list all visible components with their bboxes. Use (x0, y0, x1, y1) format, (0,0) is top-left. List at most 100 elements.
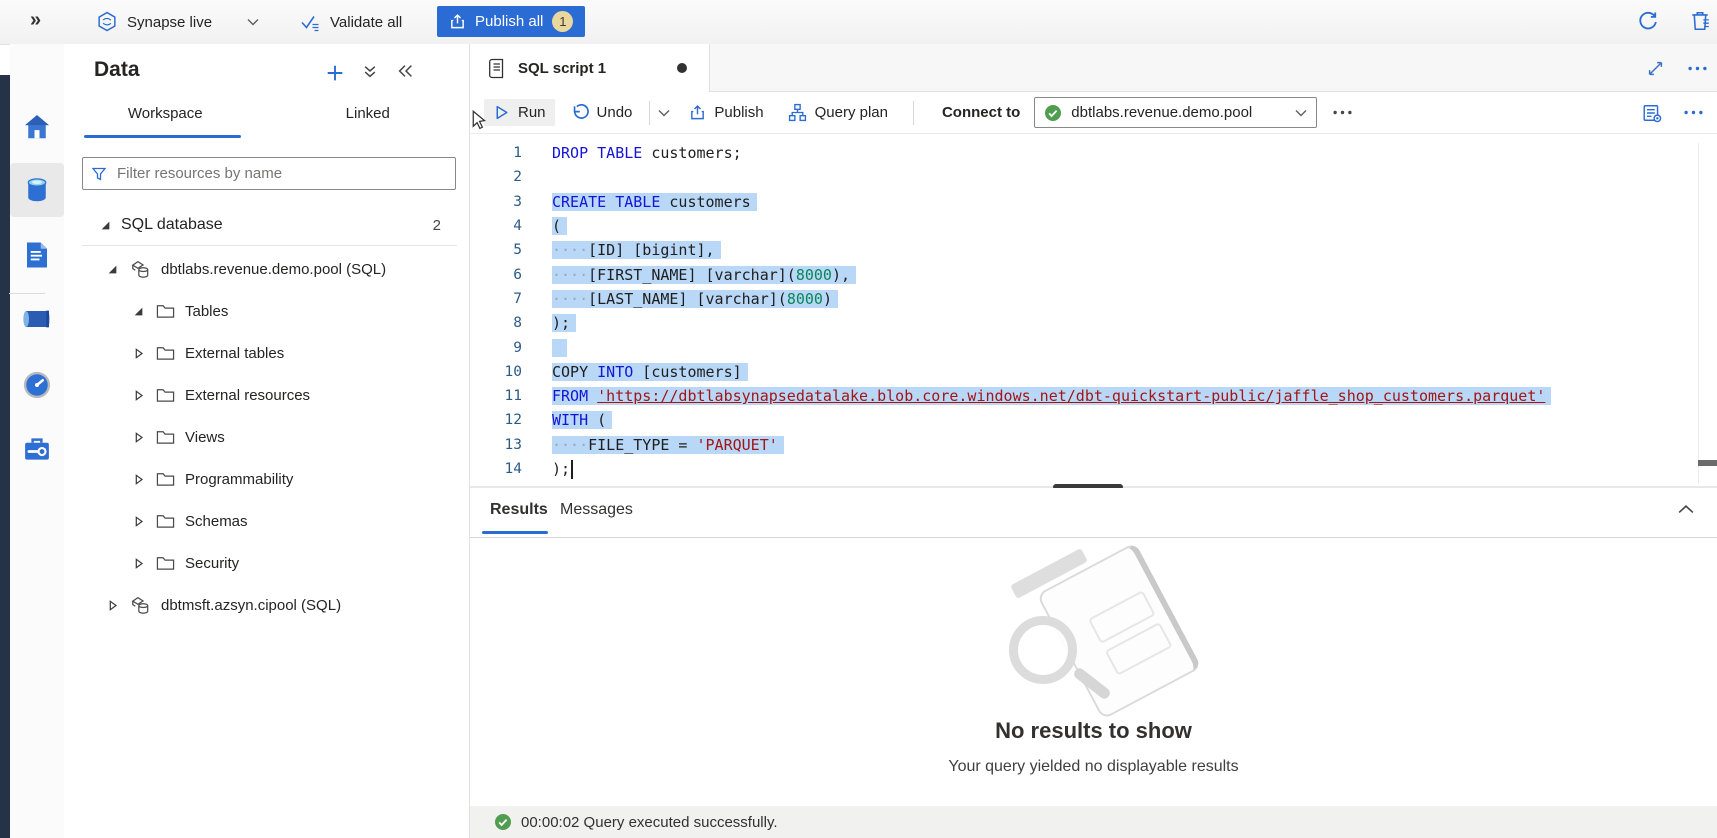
code-line-3[interactable]: 3CREATE TABLE customers (470, 190, 1717, 214)
activity-item-manage[interactable] (10, 422, 64, 476)
code-line-11[interactable]: 11FROM 'https://dbtlabsynapsedatalake.bl… (470, 384, 1717, 408)
expand-editor-icon[interactable] (1648, 61, 1663, 76)
tab-results[interactable]: Results (490, 501, 548, 519)
collapse-panel-icon[interactable] (398, 64, 413, 78)
code-line-6[interactable]: 6····[FIRST_NAME] [varchar](8000), (470, 262, 1717, 286)
activity-item-home[interactable] (10, 100, 64, 154)
code-line-12[interactable]: 12WITH ( (470, 408, 1717, 432)
connect-to-label: Connect to (942, 104, 1020, 121)
line-number[interactable]: 12 (470, 412, 522, 428)
mode-selector-synapse-live[interactable]: Synapse live (96, 0, 259, 44)
double-chevron-down-icon[interactable] (362, 64, 378, 79)
tree-item-security[interactable]: Security (64, 542, 469, 584)
tree-item-schemas[interactable]: Schemas (64, 500, 469, 542)
line-number[interactable]: 13 (470, 437, 522, 453)
tree-item-external-resources[interactable]: External resources (64, 374, 469, 416)
caret-collapsed-icon[interactable] (132, 516, 144, 527)
caret-expanded-icon[interactable] (132, 306, 144, 317)
undo-label: Undo (597, 104, 633, 121)
connected-check-icon (1044, 104, 1062, 122)
chevron-down-icon (1295, 109, 1307, 117)
caret-expanded-icon[interactable] (106, 264, 118, 275)
publish-button[interactable]: Publish (680, 99, 772, 126)
line-number[interactable]: 2 (470, 169, 522, 185)
home-icon (22, 112, 52, 142)
run-button[interactable]: Run (484, 99, 555, 126)
sql-code-editor[interactable]: 1DROP TABLE customers; 2 3CREATE TABLE cus… (470, 141, 1717, 481)
publish-all-button[interactable]: Publish all 1 (437, 6, 585, 37)
tree-item-external-tables[interactable]: External tables (64, 332, 469, 374)
publish-icon (449, 13, 466, 30)
code-line-5[interactable]: 5····[ID] [bigint], (470, 238, 1717, 262)
code-line-4[interactable]: 4( (470, 214, 1717, 238)
caret-expanded-icon[interactable] (100, 220, 111, 231)
line-number[interactable]: 5 (470, 242, 522, 258)
validate-all-button[interactable]: Validate all (300, 0, 402, 44)
publish-count-badge: 1 (552, 11, 573, 32)
tree-item-views[interactable]: Views (64, 416, 469, 458)
add-icon[interactable] (326, 64, 344, 82)
chevron-up-icon[interactable] (1678, 504, 1694, 514)
active-tab-underline (482, 531, 548, 534)
folder-icon (156, 513, 175, 529)
validate-icon (300, 13, 321, 32)
left-dark-strip (0, 75, 10, 838)
tree-item-programmability[interactable]: Programmability (64, 458, 469, 500)
caret-collapsed-icon[interactable] (132, 432, 144, 443)
line-number[interactable]: 8 (470, 315, 522, 331)
caret-collapsed-icon[interactable] (132, 558, 144, 569)
horizontal-scrollbar-thumb[interactable] (1698, 460, 1717, 466)
code-line-2[interactable]: 2 (470, 165, 1717, 189)
undo-button[interactable]: Undo (561, 98, 642, 127)
tab-more-icon[interactable] (1688, 66, 1707, 71)
section-divider (82, 245, 457, 246)
session-properties-icon[interactable] (1642, 103, 1662, 123)
tab-linked[interactable]: Linked (267, 99, 470, 135)
caret-collapsed-icon[interactable] (132, 348, 144, 359)
code-line-7[interactable]: 7····[LAST_NAME] [varchar](8000) (470, 287, 1717, 311)
caret-collapsed-icon[interactable] (106, 600, 118, 611)
activity-item-data[interactable] (10, 163, 64, 217)
code-line-14[interactable]: 14); (470, 457, 1717, 481)
tree-item-dbtlabs-revenue-demo-pool-sql[interactable]: dbtlabs.revenue.demo.pool (SQL) (64, 248, 469, 290)
line-number[interactable]: 1 (470, 145, 522, 161)
double-chevron-right-icon[interactable]: » (30, 0, 41, 42)
refresh-icon[interactable] (1637, 11, 1659, 33)
tree-section-sql-database[interactable]: SQL database 2 (64, 204, 469, 246)
tree-item-label: dbtmsft.azsyn.cipool (SQL) (161, 597, 341, 614)
line-number[interactable]: 4 (470, 218, 522, 234)
line-number[interactable]: 6 (470, 267, 522, 283)
data-icon (22, 175, 52, 205)
tab-title: SQL script 1 (518, 60, 606, 77)
query-plan-button[interactable]: Query plan (779, 98, 897, 127)
line-number[interactable]: 10 (470, 364, 522, 380)
discard-trash-icon[interactable] (1690, 10, 1710, 32)
code-line-9[interactable]: 9 (470, 335, 1717, 359)
editor-more-icon[interactable] (1684, 110, 1703, 115)
toolbar-more-icon[interactable] (1333, 110, 1352, 115)
line-number[interactable]: 9 (470, 340, 522, 356)
tab-messages[interactable]: Messages (560, 501, 633, 519)
activity-item-monitor[interactable] (10, 358, 64, 412)
line-number[interactable]: 3 (470, 194, 522, 210)
code-line-8[interactable]: 8); (470, 311, 1717, 335)
line-number[interactable]: 7 (470, 291, 522, 307)
code-line-13[interactable]: 13····FILE_TYPE = 'PARQUET' (470, 433, 1717, 457)
resource-tree: dbtlabs.revenue.demo.pool (SQL)TablesExt… (64, 248, 469, 626)
activity-item-integrate[interactable] (10, 292, 64, 346)
tree-item-tables[interactable]: Tables (64, 290, 469, 332)
line-number[interactable]: 14 (470, 461, 522, 477)
caret-collapsed-icon[interactable] (132, 474, 144, 485)
activity-item-develop[interactable] (10, 228, 64, 282)
tab-workspace[interactable]: Workspace (64, 99, 267, 135)
code-line-10[interactable]: 10COPY INTO [customers] (470, 360, 1717, 384)
caret-collapsed-icon[interactable] (132, 390, 144, 401)
connect-to-dropdown[interactable]: dbtlabs.revenue.demo.pool (1034, 97, 1317, 128)
tab-sql-script-1[interactable]: SQL script 1 (470, 44, 710, 92)
filter-input[interactable] (115, 164, 447, 183)
chevron-down-icon[interactable] (658, 109, 670, 117)
tree-item-dbtmsft-azsyn-cipool-sql[interactable]: dbtmsft.azsyn.cipool (SQL) (64, 584, 469, 626)
line-number[interactable]: 11 (470, 388, 522, 404)
play-icon (493, 104, 510, 121)
code-line-1[interactable]: 1DROP TABLE customers; (470, 141, 1717, 165)
